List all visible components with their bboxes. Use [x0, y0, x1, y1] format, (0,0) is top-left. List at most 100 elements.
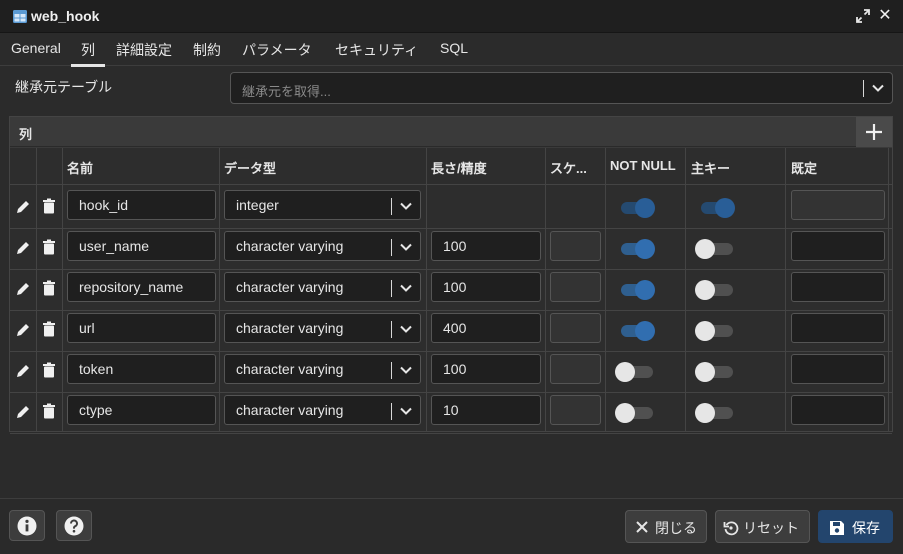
- tab-constraints[interactable]: 制約: [193, 40, 221, 66]
- edit-icon[interactable]: [15, 240, 31, 256]
- data-type-select[interactable]: character varying: [224, 313, 421, 343]
- column-name-value: token: [79, 361, 114, 377]
- save-button[interactable]: 保存: [818, 510, 893, 543]
- plus-icon: [866, 124, 882, 140]
- trash-icon[interactable]: [41, 280, 57, 296]
- info-icon: [17, 516, 37, 536]
- default-value-input[interactable]: [791, 231, 885, 261]
- select-divider: [391, 321, 392, 338]
- reset-icon: [723, 521, 739, 536]
- length-value: 100: [443, 361, 467, 377]
- default-value-input[interactable]: [791, 395, 885, 425]
- chevron-down-icon[interactable]: [399, 404, 413, 418]
- data-type-select[interactable]: character varying: [224, 395, 421, 425]
- primary-key-toggle[interactable]: [695, 403, 735, 423]
- data-type-select[interactable]: character varying: [224, 231, 421, 261]
- default-value-input[interactable]: [791, 313, 885, 343]
- column-name-input[interactable]: hook_id: [67, 190, 216, 220]
- add-column-button[interactable]: [856, 117, 892, 147]
- tab-security[interactable]: セキュリティ: [335, 40, 418, 66]
- header-not-null: NOT NULL: [610, 158, 676, 173]
- column-name-input[interactable]: token: [67, 354, 216, 384]
- data-type-select[interactable]: character varying: [224, 354, 421, 384]
- maximize-icon[interactable]: [856, 9, 870, 23]
- chevron-down-icon[interactable]: [399, 322, 413, 336]
- data-type-select[interactable]: character varying: [224, 272, 421, 302]
- header-data-type: データ型: [224, 161, 277, 176]
- columns-grid: 名前 データ型 長さ/精度 スケ... NOT NULL 主キー 既定 hook…: [10, 148, 892, 434]
- default-value-input[interactable]: [791, 272, 885, 302]
- not-null-toggle[interactable]: [615, 280, 655, 300]
- select-divider: [391, 280, 392, 297]
- primary-key-toggle[interactable]: [695, 280, 735, 300]
- trash-icon[interactable]: [41, 403, 57, 419]
- edit-icon[interactable]: [15, 199, 31, 215]
- not-null-toggle[interactable]: [615, 362, 655, 382]
- help-button[interactable]: [56, 510, 92, 541]
- scale-input[interactable]: [550, 272, 601, 302]
- header-length: 長さ/精度: [431, 161, 487, 176]
- edit-icon[interactable]: [15, 404, 31, 420]
- trash-icon[interactable]: [41, 239, 57, 255]
- header-name: 名前: [67, 161, 94, 176]
- default-value-input[interactable]: [791, 354, 885, 384]
- tab-columns[interactable]: 列: [71, 40, 105, 67]
- tab-general[interactable]: General: [11, 40, 61, 66]
- close-window-icon[interactable]: ✕: [877, 7, 893, 25]
- chevron-down-icon[interactable]: [399, 199, 413, 213]
- inherit-table-select[interactable]: 継承元を取得...: [230, 72, 893, 104]
- column-name-input[interactable]: user_name: [67, 231, 216, 261]
- chevron-down-icon[interactable]: [399, 363, 413, 377]
- close-icon: [636, 521, 648, 533]
- scale-input[interactable]: [550, 231, 601, 261]
- trash-icon[interactable]: [41, 198, 57, 214]
- chevron-down-icon[interactable]: [399, 281, 413, 295]
- close-button-label: 閉じる: [655, 520, 697, 536]
- header-scale: スケ...: [550, 161, 587, 176]
- length-input[interactable]: 100: [431, 354, 541, 384]
- tab-sql[interactable]: SQL: [440, 40, 468, 66]
- header-default: 既定: [791, 161, 818, 176]
- data-type-select[interactable]: integer: [224, 190, 421, 220]
- info-button[interactable]: [9, 510, 45, 541]
- not-null-toggle[interactable]: [615, 198, 655, 218]
- not-null-toggle[interactable]: [615, 239, 655, 259]
- column-row: hook_id integer: [10, 188, 892, 229]
- tab-bar: General 列 詳細設定 制約 パラメータ セキュリティ SQL: [0, 34, 903, 67]
- primary-key-toggle[interactable]: [695, 198, 735, 218]
- length-input[interactable]: 100: [431, 231, 541, 261]
- column-name-input[interactable]: repository_name: [67, 272, 216, 302]
- primary-key-toggle[interactable]: [695, 239, 735, 259]
- edit-icon[interactable]: [15, 281, 31, 297]
- primary-key-toggle[interactable]: [695, 321, 735, 341]
- chevron-down-icon[interactable]: [399, 240, 413, 254]
- trash-icon[interactable]: [41, 321, 57, 337]
- column-row: url character varying 400: [10, 311, 892, 352]
- inherit-label: 継承元テーブル: [15, 79, 113, 95]
- select-divider: [391, 198, 392, 215]
- data-type-value: character varying: [236, 361, 344, 377]
- tab-parameters[interactable]: パラメータ: [242, 40, 312, 66]
- save-button-label: 保存: [852, 520, 880, 536]
- column-name-input[interactable]: ctype: [67, 395, 216, 425]
- not-null-toggle[interactable]: [615, 403, 655, 423]
- header-primary-key: 主キー: [691, 161, 731, 176]
- primary-key-toggle[interactable]: [695, 362, 735, 382]
- length-input[interactable]: 100: [431, 272, 541, 302]
- default-value-input[interactable]: [791, 190, 885, 220]
- not-null-toggle[interactable]: [615, 321, 655, 341]
- edit-icon[interactable]: [15, 322, 31, 338]
- scale-input[interactable]: [550, 395, 601, 425]
- trash-icon[interactable]: [41, 362, 57, 378]
- chevron-down-icon[interactable]: [871, 81, 885, 95]
- length-input[interactable]: 400: [431, 313, 541, 343]
- tab-advanced[interactable]: 詳細設定: [116, 40, 172, 66]
- scale-input[interactable]: [550, 354, 601, 384]
- scale-input[interactable]: [550, 313, 601, 343]
- edit-icon[interactable]: [15, 363, 31, 379]
- column-name-input[interactable]: url: [67, 313, 216, 343]
- reset-button-label: リセット: [743, 520, 799, 536]
- length-input[interactable]: 10: [431, 395, 541, 425]
- close-button[interactable]: 閉じる: [625, 510, 707, 543]
- reset-button[interactable]: リセット: [715, 510, 810, 543]
